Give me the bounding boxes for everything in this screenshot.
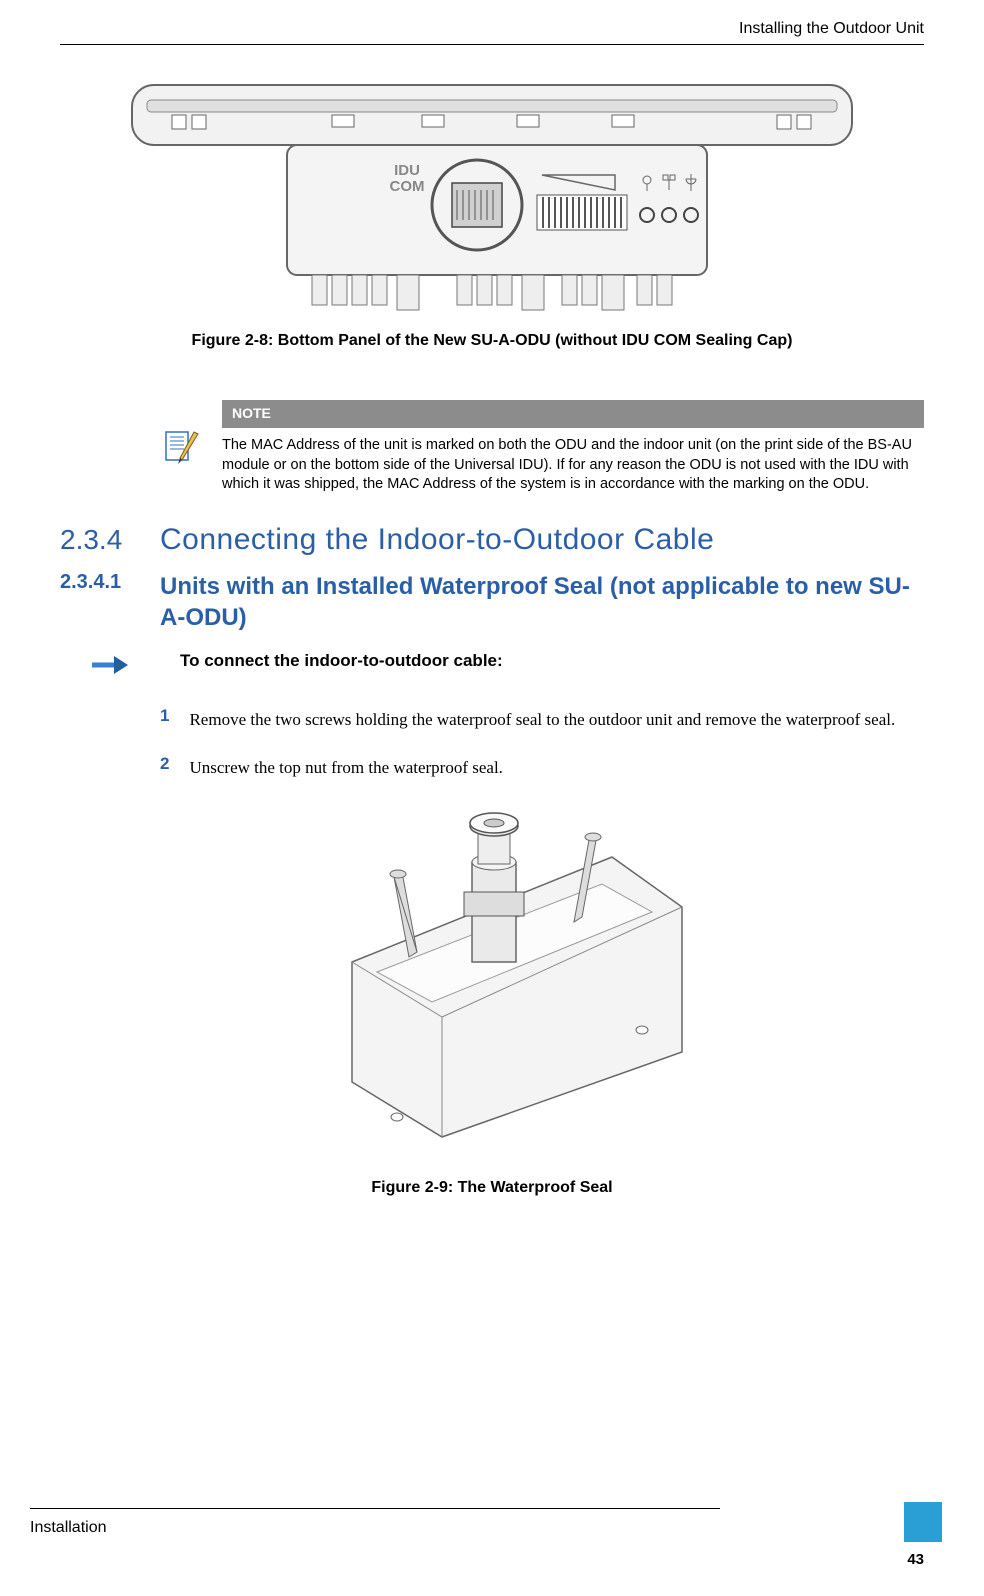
note-label: NOTE [232,405,271,421]
note-icon [160,426,202,473]
note-block: NOTE The MAC Address of the unit is mark… [160,400,924,495]
svg-text:IDU: IDU [394,162,420,179]
step-text: Unscrew the top nut from the waterproof … [189,754,502,782]
procedure-title: To connect the indoor-to-outdoor cable: [180,651,503,671]
footer-accent-bar [904,1502,942,1542]
subsection-heading: 2.3.4.1 Units with an Installed Waterpro… [60,571,924,633]
footer-rule [30,1508,720,1509]
note-header: NOTE [222,400,924,428]
header-title: Installing the Outdoor Unit [739,20,924,37]
odu-bottom-panel-diagram: IDU COM [117,75,867,315]
page-header: Installing the Outdoor Unit [60,20,924,45]
footer-label: Installation [30,1519,924,1537]
svg-text:COM: COM [390,178,425,195]
step-number: 1 [160,706,169,734]
page-footer: Installation 43 [30,1508,924,1568]
subsection-number: 2.3.4.1 [60,571,160,594]
step-number: 2 [160,754,169,782]
figure-1-caption: Figure 2-8: Bottom Panel of the New SU-A… [60,332,924,350]
procedure-heading: To connect the indoor-to-outdoor cable: [90,651,924,682]
section-heading: 2.3.4 Connecting the Indoor-to-Outdoor C… [60,523,924,557]
subsection-title: Units with an Installed Waterproof Seal … [160,571,924,633]
section-title: Connecting the Indoor-to-Outdoor Cable [160,523,714,557]
step-2: 2 Unscrew the top nut from the waterproo… [160,754,924,782]
arrow-icon [90,653,130,682]
note-text: The MAC Address of the unit is marked on… [222,436,924,495]
step-1: 1 Remove the two screws holding the wate… [160,706,924,734]
step-text: Remove the two screws holding the waterp… [189,706,895,734]
page-number: 43 [30,1551,924,1568]
section-number: 2.3.4 [60,524,160,556]
figure-2-container: Figure 2-9: The Waterproof Seal [60,802,924,1197]
figure-2-caption: Figure 2-9: The Waterproof Seal [60,1179,924,1197]
waterproof-seal-diagram [282,802,702,1162]
figure-1-container: IDU COM Figure 2-8: Bottom Panel of the … [60,75,924,350]
